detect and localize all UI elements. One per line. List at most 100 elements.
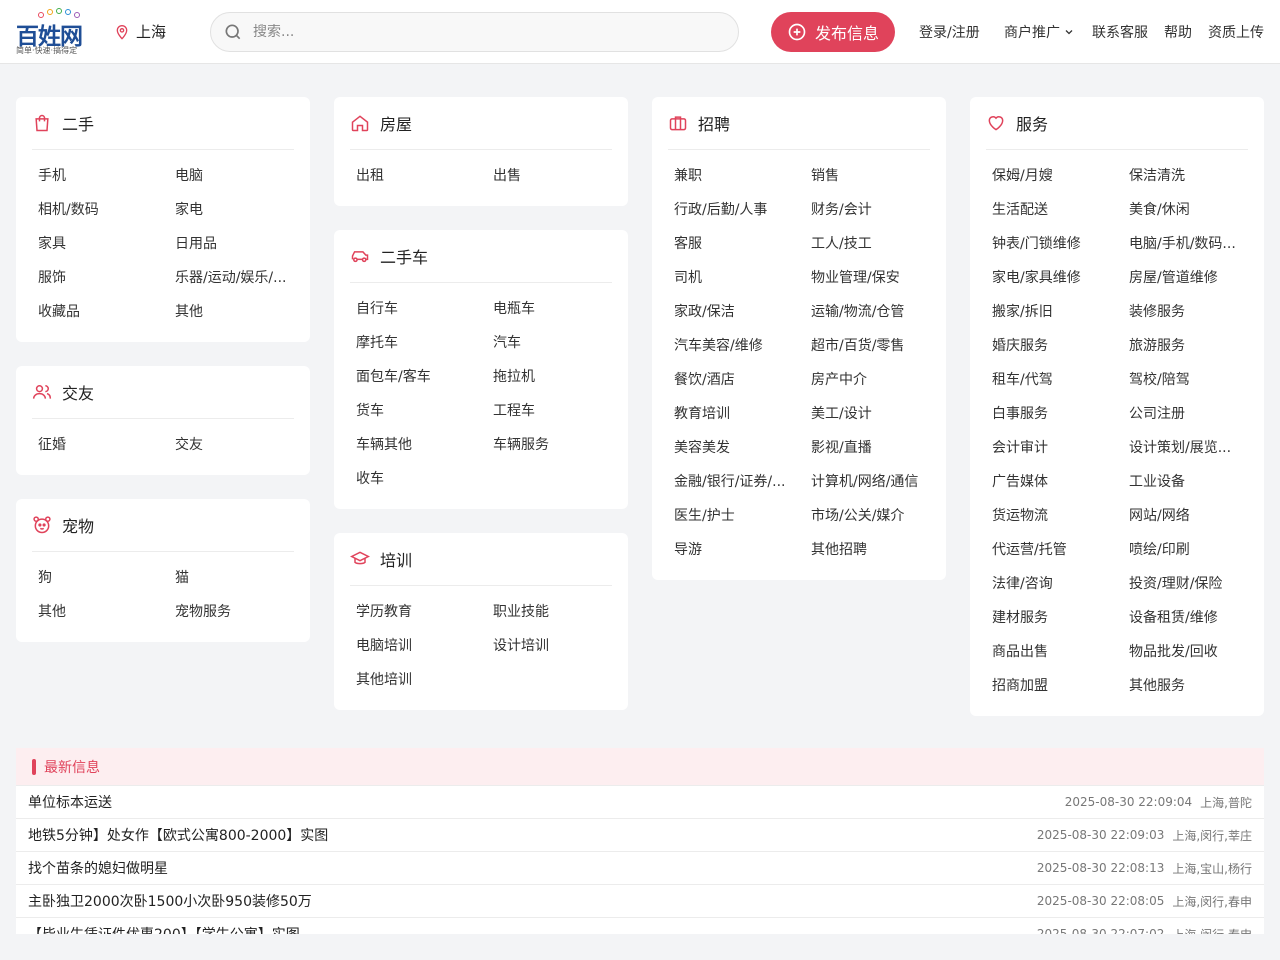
category-link[interactable]: 医生/护士 bbox=[674, 499, 811, 533]
category-link[interactable]: 家政/保洁 bbox=[674, 295, 811, 329]
category-link[interactable]: 搬家/拆旧 bbox=[992, 295, 1129, 329]
category-link[interactable]: 财务/会计 bbox=[811, 193, 930, 227]
category-link[interactable]: 乐器/运动/娱乐/... bbox=[175, 261, 294, 295]
category-link[interactable]: 其他培训 bbox=[356, 663, 493, 697]
category-link[interactable]: 收车 bbox=[356, 462, 493, 496]
post-info-button[interactable]: 发布信息 bbox=[771, 12, 895, 52]
category-link[interactable]: 家具 bbox=[38, 227, 175, 261]
latest-info-title-link[interactable]: 地铁5分钟】处女作【欧式公寓800-2000】实图 bbox=[28, 825, 1037, 845]
category-link[interactable]: 喷绘/印刷 bbox=[1129, 533, 1248, 567]
category-link[interactable]: 汽车美容/维修 bbox=[674, 329, 811, 363]
category-link[interactable]: 运输/物流/仓管 bbox=[811, 295, 930, 329]
category-link[interactable]: 客服 bbox=[674, 227, 811, 261]
category-link[interactable]: 物品批发/回收 bbox=[1129, 635, 1248, 669]
category-link[interactable]: 宠物服务 bbox=[175, 595, 294, 629]
category-link[interactable]: 其他 bbox=[38, 595, 175, 629]
category-link[interactable]: 美工/设计 bbox=[811, 397, 930, 431]
category-link[interactable]: 兼职 bbox=[674, 159, 811, 193]
category-link[interactable]: 学历教育 bbox=[356, 595, 493, 629]
category-link[interactable]: 汽车 bbox=[493, 326, 612, 360]
category-link[interactable]: 房产中介 bbox=[811, 363, 930, 397]
category-link[interactable]: 其他服务 bbox=[1129, 669, 1248, 703]
category-link[interactable]: 驾校/陪驾 bbox=[1129, 363, 1248, 397]
nav-login[interactable]: 登录/注册 bbox=[919, 22, 980, 42]
category-link[interactable]: 司机 bbox=[674, 261, 811, 295]
category-link[interactable]: 代运营/托管 bbox=[992, 533, 1129, 567]
category-link[interactable]: 摩托车 bbox=[356, 326, 493, 360]
category-link[interactable]: 计算机/网络/通信 bbox=[811, 465, 930, 499]
category-link[interactable]: 市场/公关/媒介 bbox=[811, 499, 930, 533]
site-logo[interactable]: 百姓网 简单·快速·搞得定 bbox=[16, 8, 88, 56]
category-link[interactable]: 工业设备 bbox=[1129, 465, 1248, 499]
latest-info-title-link[interactable]: 找个苗条的媳妇做明星 bbox=[28, 858, 1037, 878]
latest-info-title-link[interactable]: 【毕业生凭证件优惠200】【学生公寓】实图 bbox=[28, 924, 1037, 934]
category-link[interactable]: 电脑 bbox=[175, 159, 294, 193]
category-link[interactable]: 征婚 bbox=[38, 428, 175, 462]
category-link[interactable]: 其他 bbox=[175, 295, 294, 329]
category-link[interactable]: 电脑/手机/数码... bbox=[1129, 227, 1248, 261]
category-link[interactable]: 日用品 bbox=[175, 227, 294, 261]
category-link[interactable]: 房屋/管道维修 bbox=[1129, 261, 1248, 295]
category-link[interactable]: 狗 bbox=[38, 561, 175, 595]
category-link[interactable]: 服饰 bbox=[38, 261, 175, 295]
category-link[interactable]: 销售 bbox=[811, 159, 930, 193]
category-link[interactable]: 商品出售 bbox=[992, 635, 1129, 669]
city-selector[interactable]: 上海 bbox=[114, 21, 166, 42]
category-link[interactable]: 工人/技工 bbox=[811, 227, 930, 261]
nav-help[interactable]: 帮助 bbox=[1164, 22, 1192, 42]
category-link[interactable]: 工程车 bbox=[493, 394, 612, 428]
category-link[interactable]: 自行车 bbox=[356, 292, 493, 326]
category-link[interactable]: 建材服务 bbox=[992, 601, 1129, 635]
category-link[interactable]: 车辆其他 bbox=[356, 428, 493, 462]
search-input[interactable] bbox=[253, 24, 738, 40]
category-link[interactable]: 职业技能 bbox=[493, 595, 612, 629]
category-link[interactable]: 交友 bbox=[175, 428, 294, 462]
category-link[interactable]: 白事服务 bbox=[992, 397, 1129, 431]
category-link[interactable]: 电瓶车 bbox=[493, 292, 612, 326]
latest-info-row[interactable]: 单位标本运送 2025-08-30 22:09:04 上海,普陀 bbox=[16, 785, 1264, 818]
category-link[interactable]: 广告媒体 bbox=[992, 465, 1129, 499]
category-link[interactable]: 婚庆服务 bbox=[992, 329, 1129, 363]
latest-info-row[interactable]: 【毕业生凭证件优惠200】【学生公寓】实图2025-08-30 22:07:02… bbox=[16, 917, 1264, 934]
category-link[interactable]: 设计策划/展览... bbox=[1129, 431, 1248, 465]
category-link[interactable]: 美食/休闲 bbox=[1129, 193, 1248, 227]
category-link[interactable]: 相机/数码 bbox=[38, 193, 175, 227]
category-link[interactable]: 旅游服务 bbox=[1129, 329, 1248, 363]
category-link[interactable]: 超市/百货/零售 bbox=[811, 329, 930, 363]
category-link[interactable]: 拖拉机 bbox=[493, 360, 612, 394]
category-link[interactable]: 法律/咨询 bbox=[992, 567, 1129, 601]
category-link[interactable]: 保洁清洗 bbox=[1129, 159, 1248, 193]
category-link[interactable]: 面包车/客车 bbox=[356, 360, 493, 394]
category-link[interactable]: 出租 bbox=[356, 159, 493, 193]
category-link[interactable]: 招商加盟 bbox=[992, 669, 1129, 703]
category-link[interactable]: 家电/家具维修 bbox=[992, 261, 1129, 295]
category-link[interactable]: 公司注册 bbox=[1129, 397, 1248, 431]
category-link[interactable]: 租车/代驾 bbox=[992, 363, 1129, 397]
category-link[interactable]: 收藏品 bbox=[38, 295, 175, 329]
latest-info-row[interactable]: 主卧独卫2000次卧1500小次卧950装修50万 2025-08-30 22:0… bbox=[16, 884, 1264, 917]
category-link[interactable]: 电脑培训 bbox=[356, 629, 493, 663]
category-link[interactable]: 影视/直播 bbox=[811, 431, 930, 465]
category-link[interactable]: 生活配送 bbox=[992, 193, 1129, 227]
category-link[interactable]: 物业管理/保安 bbox=[811, 261, 930, 295]
latest-info-title-link[interactable]: 单位标本运送 bbox=[28, 792, 1065, 812]
category-link[interactable]: 导游 bbox=[674, 533, 811, 567]
category-link[interactable]: 其他招聘 bbox=[811, 533, 930, 567]
category-link[interactable]: 货运物流 bbox=[992, 499, 1129, 533]
category-link[interactable]: 保姆/月嫂 bbox=[992, 159, 1129, 193]
category-link[interactable]: 车辆服务 bbox=[493, 428, 612, 462]
latest-info-title-link[interactable]: 主卧独卫2000次卧1500小次卧950装修50万 bbox=[28, 891, 1037, 911]
category-link[interactable]: 美容美发 bbox=[674, 431, 811, 465]
category-link[interactable]: 家电 bbox=[175, 193, 294, 227]
latest-info-row[interactable]: 找个苗条的媳妇做明星 2025-08-30 22:08:13 上海,宝山,杨行 bbox=[16, 851, 1264, 884]
category-link[interactable]: 猫 bbox=[175, 561, 294, 595]
category-link[interactable]: 设备租赁/维修 bbox=[1129, 601, 1248, 635]
category-link[interactable]: 行政/后勤/人事 bbox=[674, 193, 811, 227]
category-link[interactable]: 货车 bbox=[356, 394, 493, 428]
category-link[interactable]: 餐饮/酒店 bbox=[674, 363, 811, 397]
category-link[interactable]: 设计培训 bbox=[493, 629, 612, 663]
latest-info-row[interactable]: 地铁5分钟】处女作【欧式公寓800-2000】实图 2025-08-30 22:0… bbox=[16, 818, 1264, 851]
category-link[interactable]: 网站/网络 bbox=[1129, 499, 1248, 533]
category-link[interactable]: 出售 bbox=[493, 159, 612, 193]
category-link[interactable]: 会计审计 bbox=[992, 431, 1129, 465]
